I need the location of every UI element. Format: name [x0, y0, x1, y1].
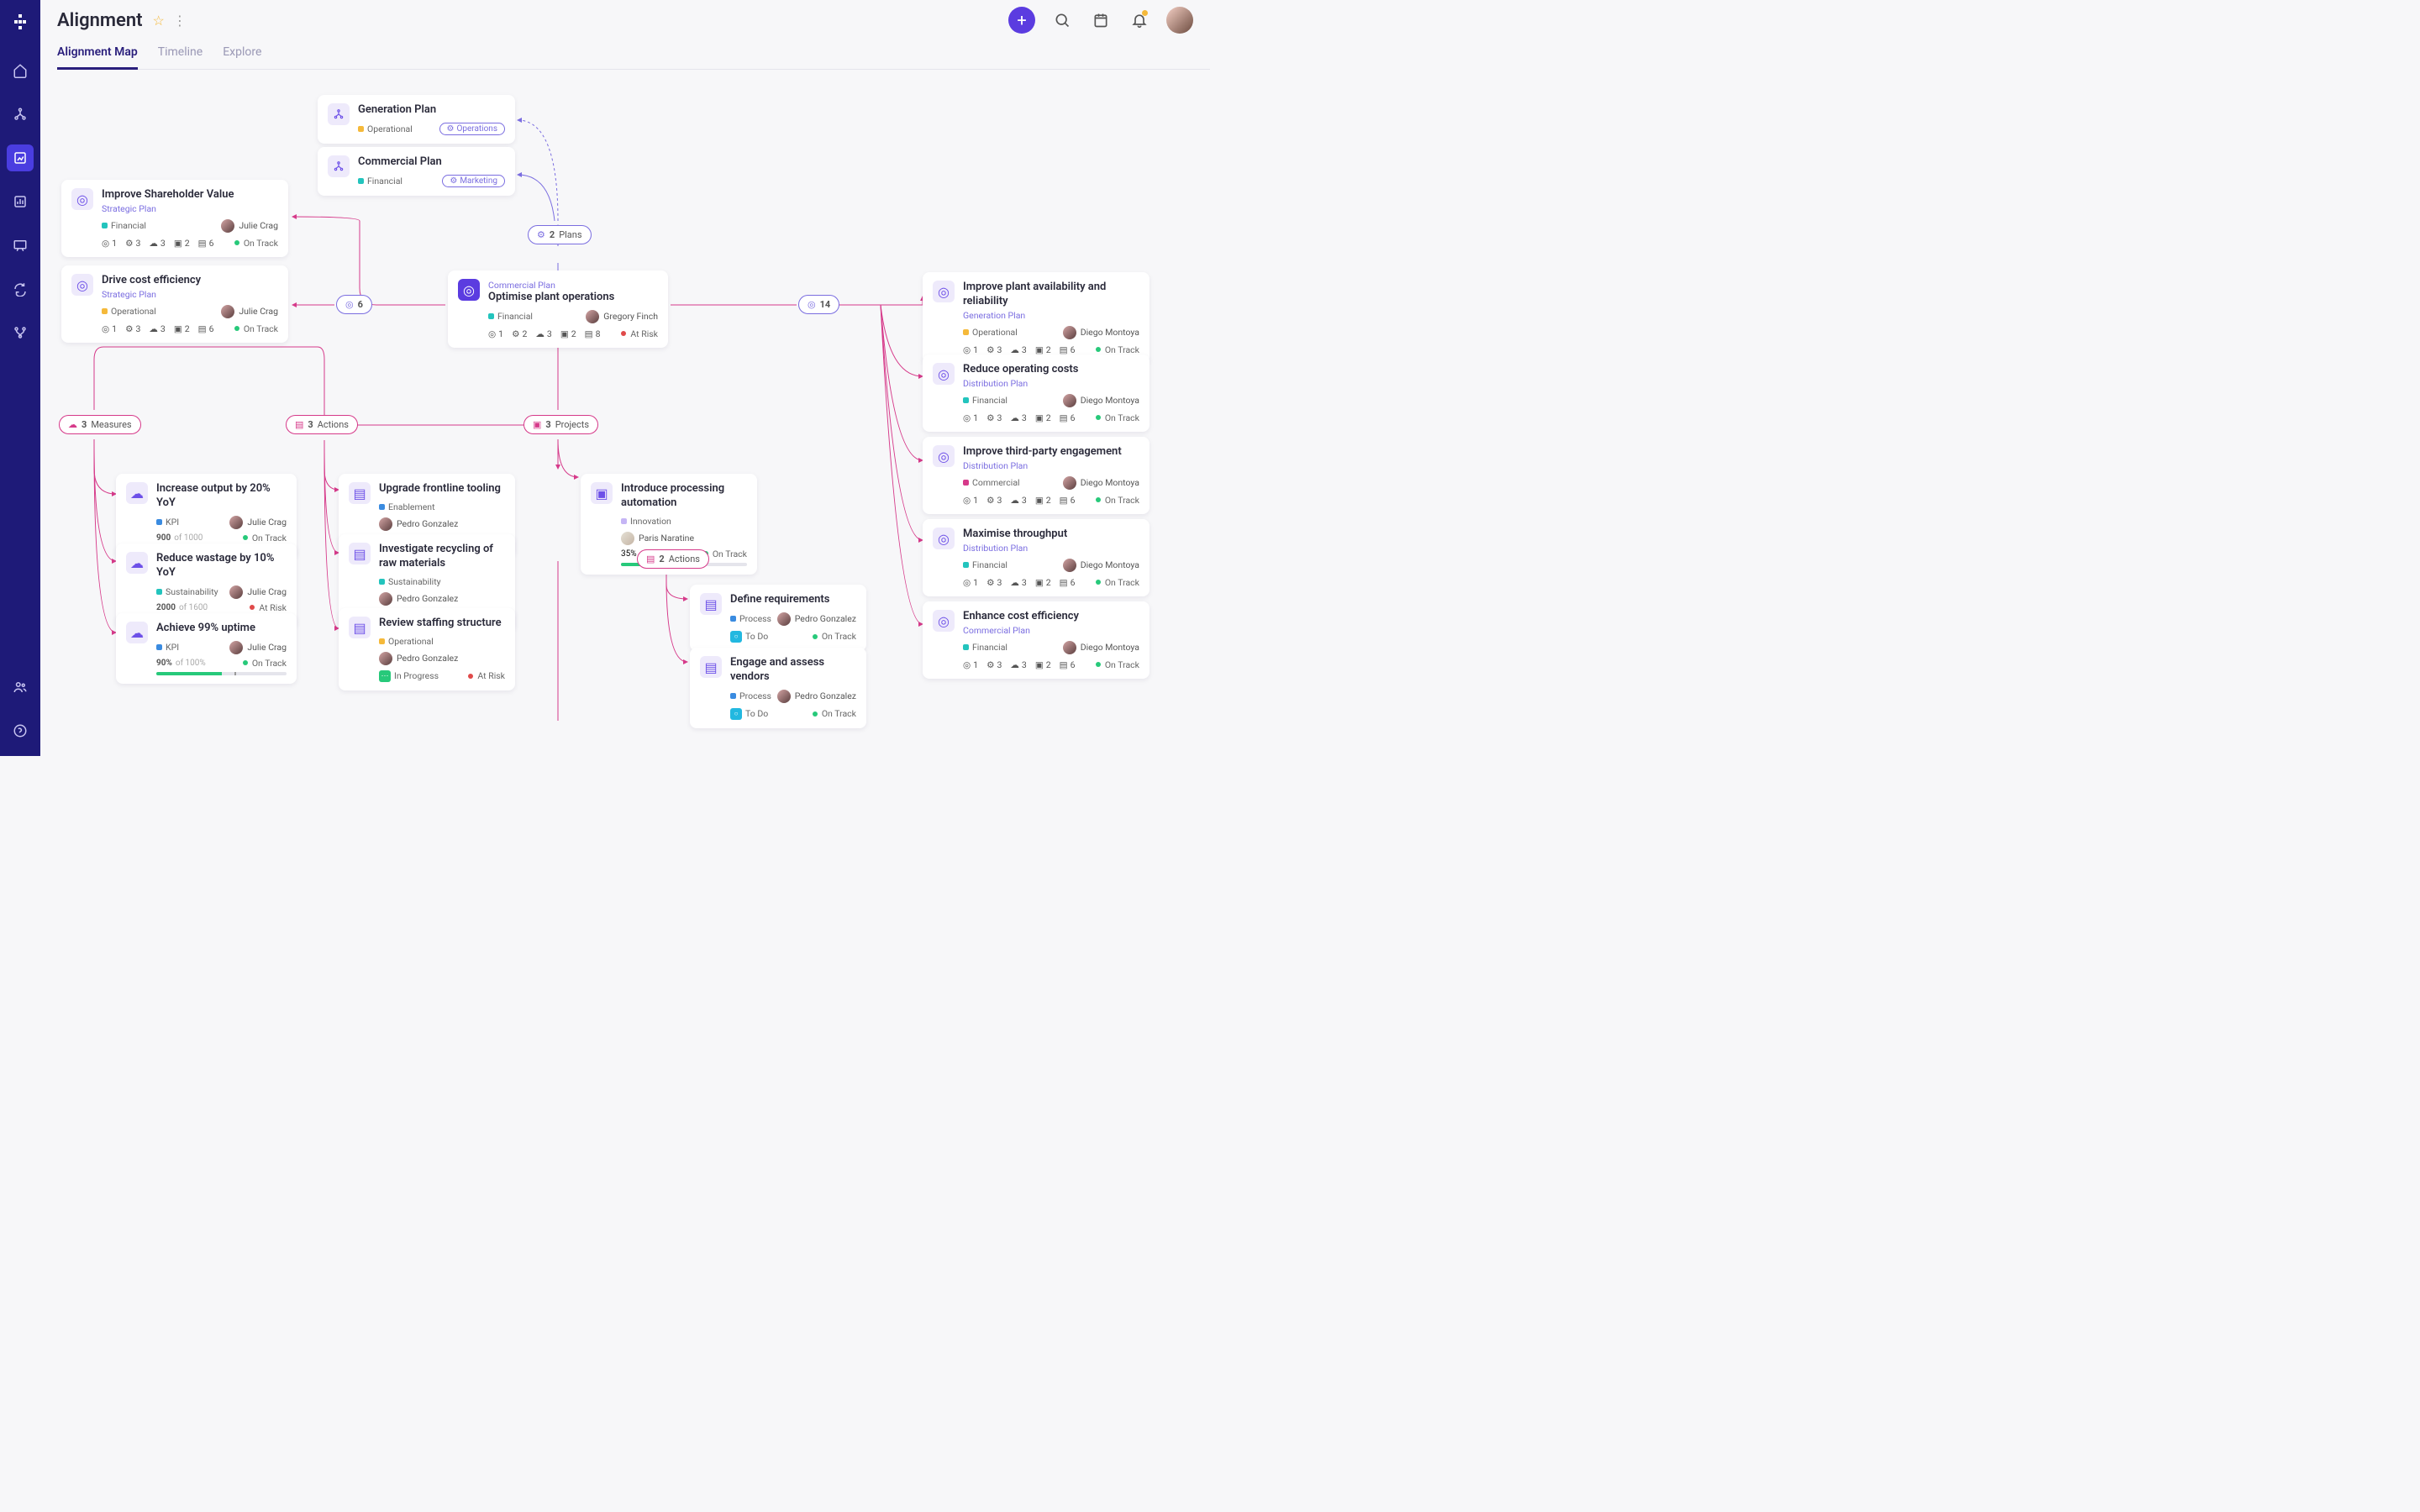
card-maximise-throughput[interactable]: ◎ Maximise throughputDistribution Plan F… [923, 519, 1150, 596]
card-optimise-plant-operations[interactable]: ◎ Commercial PlanOptimise plant operatio… [448, 270, 668, 348]
nav-branch-icon[interactable] [7, 319, 34, 346]
bell-icon[interactable] [1128, 8, 1151, 32]
pill-measures[interactable]: ☁3Measures [59, 415, 141, 434]
action-icon: ▤ [349, 543, 371, 564]
card-define-requirements[interactable]: ▤ Define requirements ProcessPedro Gonza… [690, 585, 866, 651]
nav-alignment-icon[interactable] [7, 144, 34, 171]
tab-timeline[interactable]: Timeline [158, 45, 203, 60]
pill-focus-right[interactable]: ◎14 [798, 295, 839, 314]
tab-alignment-map[interactable]: Alignment Map [57, 45, 138, 70]
action-icon: ▤ [349, 617, 371, 638]
project-icon: ▣ [591, 482, 613, 504]
nav-sync-icon[interactable] [7, 276, 34, 302]
target-icon: ◎ [933, 281, 955, 302]
action-icon: ▤ [700, 656, 722, 678]
target-icon: ◎ [933, 445, 955, 467]
target-icon: ◎ [458, 279, 480, 301]
chip: ⚙ Operations [439, 123, 506, 135]
action-icon: ▤ [349, 482, 371, 504]
calendar-icon[interactable] [1089, 8, 1113, 32]
card-action-staffing[interactable]: ▤ Review staffing structure OperationalP… [339, 608, 515, 690]
card-reduce-operating-costs[interactable]: ◎ Reduce operating costsDistribution Pla… [923, 354, 1150, 432]
card-improve-third-party[interactable]: ◎ Improve third-party engagementDistribu… [923, 437, 1150, 514]
tabs: Alignment Map Timeline Explore [57, 45, 1210, 70]
target-icon: ◎ [71, 274, 93, 296]
sidebar [0, 0, 40, 756]
pill-plans[interactable]: ⚙2Plans [528, 225, 592, 244]
gauge-icon: ☁ [126, 622, 148, 643]
add-button[interactable]: + [1008, 7, 1035, 34]
target-icon: ◎ [933, 610, 955, 632]
pill-focus-left[interactable]: ◎6 [336, 295, 372, 314]
card-title: Commercial Plan [358, 155, 505, 170]
user-avatar[interactable] [1166, 7, 1193, 34]
action-icon: ▤ [700, 593, 722, 615]
card-title: Generation Plan [358, 103, 505, 118]
pill-sub-actions[interactable]: ▤2Actions [637, 549, 709, 569]
notification-dot [1142, 10, 1148, 16]
nav-help-icon[interactable] [7, 717, 34, 744]
app-logo [8, 10, 32, 34]
header: Alignment ☆ ⋮ + [40, 0, 1210, 40]
tree-icon [328, 155, 350, 177]
page-title: Alignment [57, 10, 143, 31]
gauge-icon: ☁ [126, 482, 148, 504]
nav-tree-icon[interactable] [7, 101, 34, 128]
card-generation-plan[interactable]: Generation Plan Operational⚙ Operations [318, 95, 515, 144]
tree-icon [328, 103, 350, 125]
canvas: Generation Plan Operational⚙ Operations … [40, 74, 1210, 756]
card-improve-plant-availability[interactable]: ◎ Improve plant availability and reliabi… [923, 272, 1150, 364]
tab-explore[interactable]: Explore [223, 45, 261, 60]
star-icon[interactable]: ☆ [153, 13, 165, 29]
nav-dashboard-icon[interactable] [7, 188, 34, 215]
card-improve-shareholder-value[interactable]: ◎ Improve Shareholder ValueStrategic Pla… [61, 180, 288, 257]
card-commercial-plan[interactable]: Commercial Plan Financial⚙ Marketing [318, 147, 515, 196]
pill-projects[interactable]: ▣3Projects [523, 415, 598, 434]
nav-present-icon[interactable] [7, 232, 34, 259]
card-engage-vendors[interactable]: ▤ Engage and assess vendors ProcessPedro… [690, 648, 866, 728]
more-icon[interactable]: ⋮ [173, 13, 187, 29]
target-icon: ◎ [71, 188, 93, 210]
card-drive-cost-efficiency[interactable]: ◎ Drive cost efficiencyStrategic Plan Op… [61, 265, 288, 343]
search-icon[interactable] [1050, 8, 1074, 32]
card-measure-uptime[interactable]: ☁ Achieve 99% uptime KPIJulie Crag 90%of… [116, 613, 297, 684]
chip: ⚙ Marketing [442, 175, 505, 187]
gauge-icon: ☁ [126, 552, 148, 574]
nav-people-icon[interactable] [7, 674, 34, 701]
target-icon: ◎ [933, 528, 955, 549]
target-icon: ◎ [933, 363, 955, 385]
pill-actions[interactable]: ▤3Actions [286, 415, 358, 434]
nav-home-icon[interactable] [7, 57, 34, 84]
card-enhance-cost-efficiency[interactable]: ◎ Enhance cost efficiencyCommercial Plan… [923, 601, 1150, 679]
